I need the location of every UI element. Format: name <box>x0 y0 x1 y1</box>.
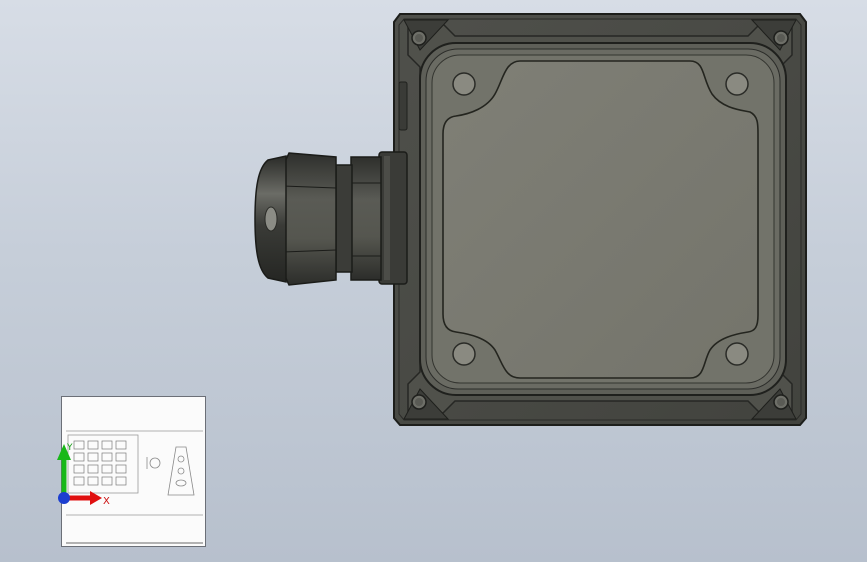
triad-origin <box>58 492 70 504</box>
triad-y-label: Y <box>66 443 73 453</box>
reference-triad: X Y <box>57 443 110 507</box>
lid-panel[interactable] <box>442 60 759 379</box>
cable-gland[interactable] <box>254 151 408 286</box>
triad-x-label: X <box>103 496 110 507</box>
graphics-viewport[interactable]: X Y <box>0 0 867 562</box>
triad-x-arrow <box>90 491 102 505</box>
